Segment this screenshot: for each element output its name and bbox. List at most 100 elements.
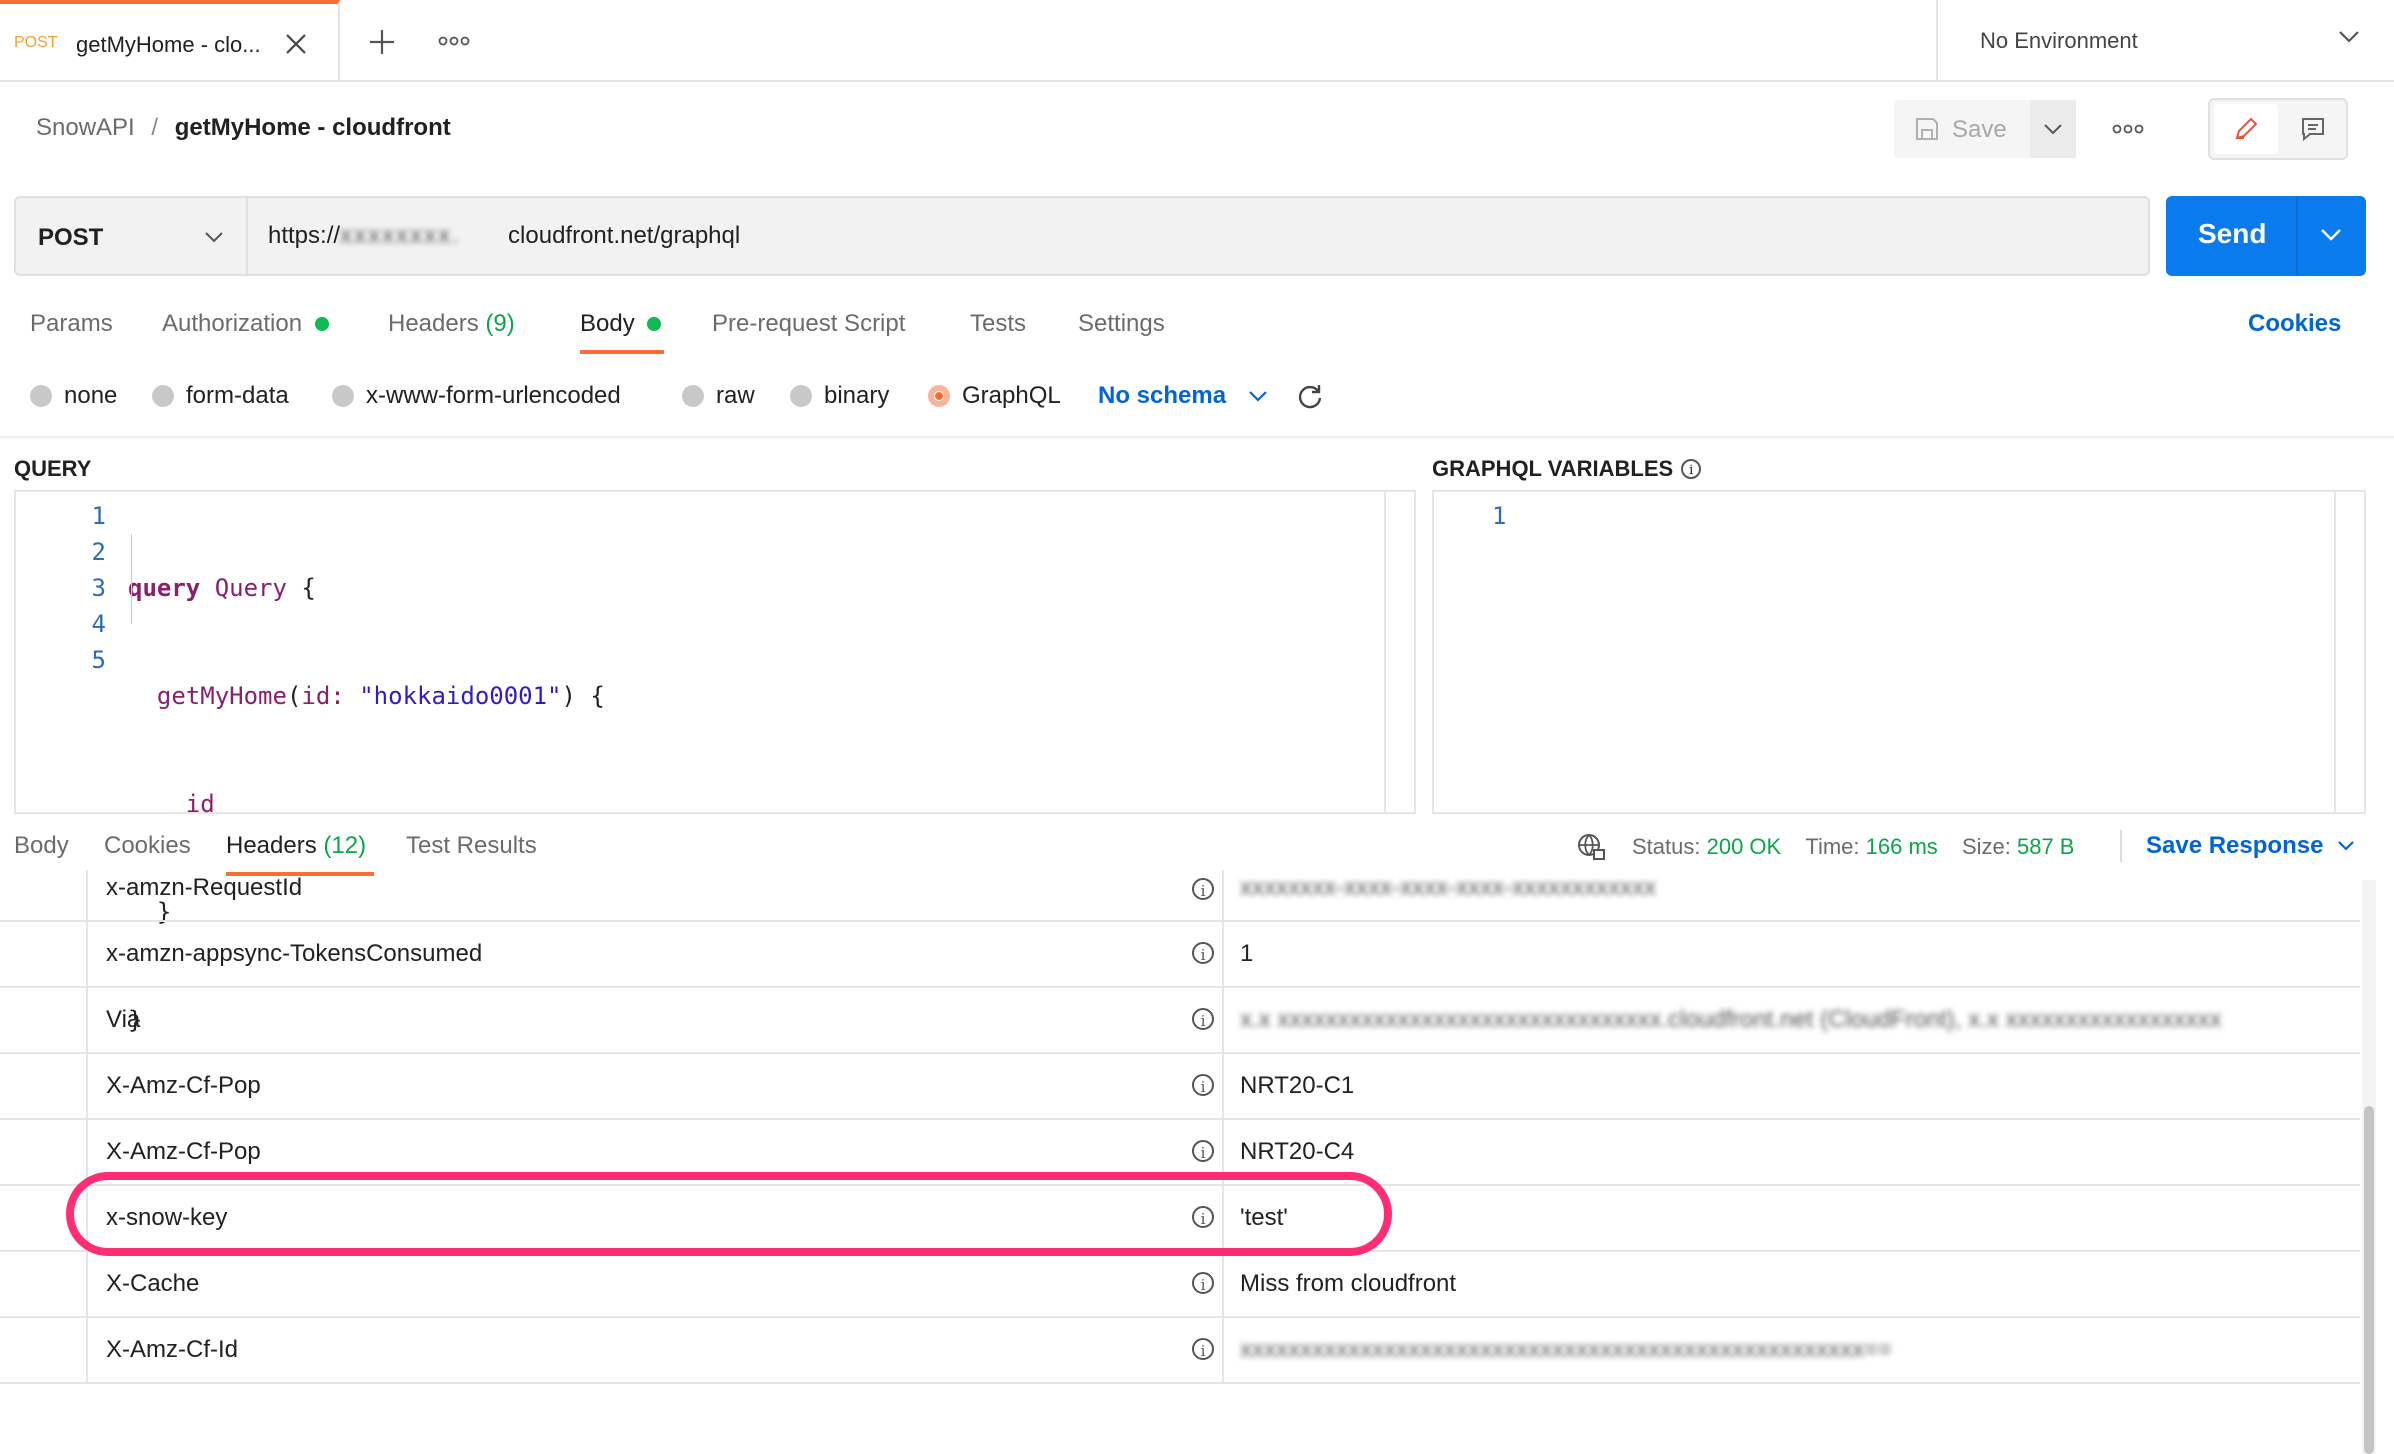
comments-icon[interactable] bbox=[2282, 104, 2344, 154]
response-tab-headers-label: Headers bbox=[226, 832, 317, 859]
paren: ) { bbox=[561, 682, 605, 710]
tab-tests[interactable]: Tests bbox=[970, 310, 1026, 338]
header-key: x-amzn-RequestId bbox=[106, 874, 303, 901]
divider bbox=[1222, 870, 1224, 922]
tab-settings[interactable]: Settings bbox=[1078, 310, 1165, 338]
variables-heading: GRAPHQL VARIABLES i bbox=[1432, 456, 1702, 482]
save-response-button[interactable]: Save Response bbox=[2146, 832, 2355, 860]
response-tab-body[interactable]: Body bbox=[14, 832, 69, 860]
active-tab-underline bbox=[580, 350, 664, 354]
new-tab-plus-icon[interactable] bbox=[364, 24, 400, 60]
breadcrumb-collection[interactable]: SnowAPI bbox=[36, 114, 135, 141]
status-value: 200 OK bbox=[1706, 834, 1782, 859]
radio[interactable] bbox=[332, 385, 354, 407]
info-icon[interactable]: i bbox=[1192, 942, 1214, 964]
editor-scrollbar[interactable] bbox=[2334, 492, 2364, 812]
variables-editor[interactable]: 1 bbox=[1432, 490, 2366, 814]
refresh-icon[interactable] bbox=[1294, 380, 1326, 412]
tab-headers-label: Headers bbox=[388, 310, 479, 337]
schema-select[interactable]: No schema bbox=[1098, 382, 1268, 410]
string-literal: "hokkaido0001" bbox=[359, 682, 562, 710]
save-label: Save bbox=[1952, 116, 2007, 143]
divider bbox=[86, 988, 88, 1052]
info-icon[interactable]: i bbox=[1192, 1272, 1214, 1294]
environment-select[interactable]: No Environment bbox=[1936, 0, 2394, 80]
header-key: X-Amz-Cf-Id bbox=[106, 1336, 238, 1363]
divider bbox=[1222, 1318, 1224, 1382]
info-icon[interactable]: i bbox=[1192, 1338, 1214, 1360]
editor-scrollbar[interactable] bbox=[1384, 492, 1414, 812]
divider bbox=[86, 1054, 88, 1118]
body-type-form-data[interactable]: form-data bbox=[152, 382, 289, 410]
tab-headers[interactable]: Headers (9) bbox=[388, 310, 515, 338]
tab-body[interactable]: Body bbox=[580, 310, 662, 338]
tab-method: POST bbox=[14, 34, 58, 51]
close-icon[interactable] bbox=[282, 30, 310, 58]
url-redacted: xxxxxxxx. bbox=[340, 222, 461, 249]
status-dot bbox=[647, 317, 662, 331]
tab-params[interactable]: Params bbox=[30, 310, 113, 338]
info-icon[interactable]: i bbox=[1681, 459, 1702, 479]
tab-authorization[interactable]: Authorization bbox=[162, 310, 329, 338]
request-tab[interactable]: POST getMyHome - clo... bbox=[0, 0, 340, 80]
brace: { bbox=[301, 574, 316, 602]
header-value: NRT20-C1 bbox=[1240, 1072, 1355, 1099]
send-dropdown-icon[interactable] bbox=[2320, 228, 2342, 247]
response-tab-cookies[interactable]: Cookies bbox=[104, 832, 191, 860]
radio[interactable] bbox=[30, 385, 52, 407]
body-type-raw[interactable]: raw bbox=[682, 382, 755, 410]
line-number: 1 bbox=[91, 502, 106, 530]
status-dot bbox=[314, 317, 329, 331]
table-row: x-amzn-appsync-TokensConsumed i 1 bbox=[0, 922, 2360, 988]
header-key: x-amzn-appsync-TokensConsumed bbox=[106, 940, 483, 967]
method-select[interactable]: POST bbox=[16, 198, 248, 274]
edit-pencil-icon[interactable] bbox=[2214, 104, 2278, 154]
scrollbar[interactable] bbox=[2362, 880, 2376, 1454]
info-icon[interactable]: i bbox=[1192, 1140, 1214, 1162]
tab-pre-request-script[interactable]: Pre-request Script bbox=[712, 310, 905, 338]
network-globe-icon[interactable] bbox=[1574, 830, 1608, 864]
tab-title: getMyHome - clo... bbox=[76, 32, 261, 57]
radio-selected[interactable] bbox=[928, 385, 950, 407]
body-type-graphql[interactable]: GraphQL bbox=[928, 382, 1061, 410]
status-divider bbox=[2120, 830, 2122, 862]
method-label: POST bbox=[38, 224, 104, 251]
url-bar: POST https://xxxxxxxx. cloudfront.net/gra… bbox=[14, 196, 2150, 276]
url-input[interactable]: https://xxxxxxxx. cloudfront.net/graphql bbox=[268, 222, 740, 250]
paren: ( bbox=[286, 682, 302, 710]
arg-name: id: bbox=[301, 682, 345, 710]
info-icon[interactable]: i bbox=[1192, 1074, 1214, 1096]
more-actions-icon[interactable] bbox=[2108, 114, 2148, 144]
divider bbox=[86, 1318, 88, 1382]
body-type-urlencoded[interactable]: x-www-form-urlencoded bbox=[332, 382, 621, 410]
body-type-none[interactable]: none bbox=[30, 382, 117, 410]
cookies-link[interactable]: Cookies bbox=[2248, 310, 2341, 338]
query-editor[interactable]: 1 2 3 4 5 query Query { getMyHome(id: "h… bbox=[14, 490, 1416, 1034]
more-tabs-icon[interactable] bbox=[434, 26, 474, 56]
radio[interactable] bbox=[682, 385, 704, 407]
table-row: X-Cache i Miss from cloudfront bbox=[0, 1252, 2360, 1318]
body-type-binary[interactable]: binary bbox=[790, 382, 889, 410]
info-icon[interactable]: i bbox=[1192, 1008, 1214, 1030]
response-tab-test-results[interactable]: Test Results bbox=[406, 832, 537, 860]
response-status: Status: 200 OK Time: 166 ms Size: 587 B bbox=[1632, 834, 2074, 860]
radio[interactable] bbox=[790, 385, 812, 407]
variables-heading-label: GRAPHQL VARIABLES bbox=[1432, 456, 1674, 481]
divider bbox=[1222, 922, 1224, 986]
chevron-down-icon bbox=[2338, 841, 2355, 851]
response-tab-headers[interactable]: Headers (12) bbox=[226, 832, 366, 860]
divider bbox=[1222, 1252, 1224, 1316]
table-row: Via i x.x xxxxxxxxxxxxxxxxxxxxxxxxxxxxxx… bbox=[0, 988, 2360, 1054]
view-toggle bbox=[2208, 98, 2348, 160]
environment-label: No Environment bbox=[1980, 28, 2138, 53]
save-response-label: Save Response bbox=[2146, 832, 2324, 859]
line-numbers: 1 2 3 4 5 bbox=[66, 498, 106, 678]
size-value: 587 B bbox=[2016, 834, 2075, 859]
scrollbar-thumb[interactable] bbox=[2364, 1106, 2374, 1454]
body-type-label: binary bbox=[824, 382, 890, 409]
field-name: getMyHome bbox=[156, 682, 287, 710]
radio[interactable] bbox=[152, 385, 174, 407]
save-dropdown-button[interactable] bbox=[2030, 100, 2076, 158]
info-icon[interactable]: i bbox=[1192, 878, 1214, 900]
send-button[interactable]: Send bbox=[2166, 196, 2366, 276]
